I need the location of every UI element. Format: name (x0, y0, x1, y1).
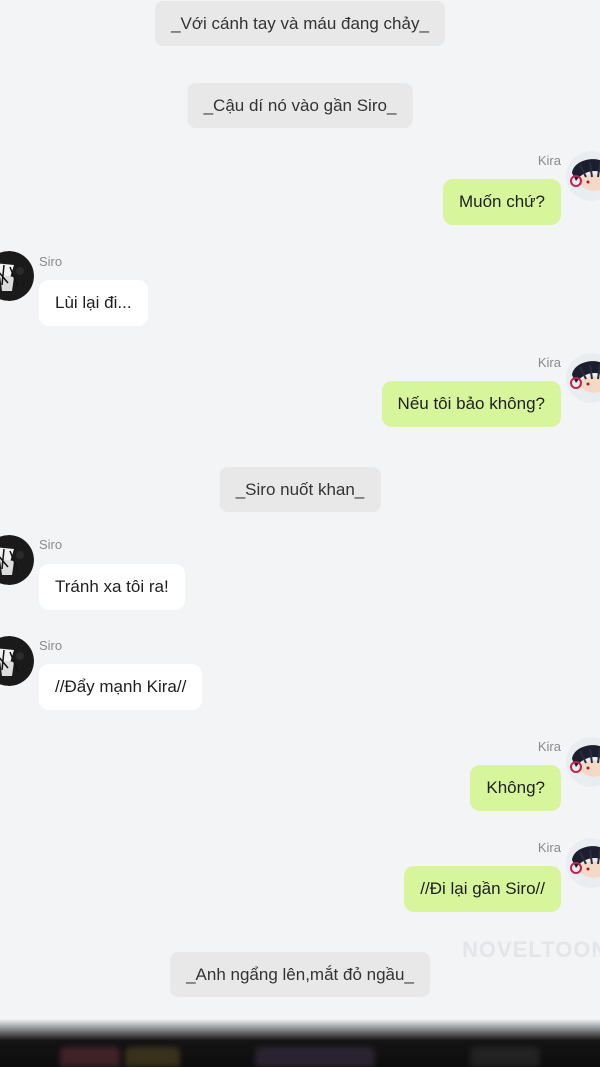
sender-name-kira: Kira (537, 739, 561, 754)
blur-blob (470, 1047, 540, 1067)
chat-bubble-siro: //Đẩy mạnh Kira// (39, 664, 203, 710)
chat-bubble-siro: Tránh xa tôi ra! (39, 564, 185, 610)
sender-name-siro: Siro (39, 638, 63, 653)
watermark-logo: NOVELTOON (462, 937, 600, 962)
chat-bubble-kira: //Đi lại gần Siro// (404, 866, 561, 912)
sender-name-kira: Kira (537, 355, 561, 370)
chat-bubble-kira: Không? (470, 765, 561, 811)
kira-avatar-icon[interactable] (566, 151, 600, 201)
kira-avatar-icon[interactable] (566, 838, 600, 888)
siro-avatar-icon[interactable] (0, 535, 34, 585)
kira-avatar-icon[interactable] (566, 737, 600, 787)
chat-bubble-kira: Muốn chứ? (442, 179, 561, 225)
blur-blob (125, 1047, 180, 1067)
chat-bubble-kira: Nếu tôi bảo không? (381, 381, 561, 427)
blur-blob (60, 1047, 120, 1067)
siro-avatar-icon[interactable] (0, 636, 34, 686)
chat-bubble-siro: Lùi lại đi... (39, 280, 148, 326)
sender-name-kira: Kira (537, 153, 561, 168)
narration-bubble: _Anh ngẩng lên,mắt đỏ ngầu_ (170, 952, 430, 997)
sender-name-siro: Siro (39, 254, 63, 269)
blur-blob (255, 1047, 375, 1067)
siro-avatar-icon[interactable] (0, 251, 34, 301)
narration-bubble: _Cậu dí nó vào gần Siro_ (187, 83, 413, 128)
sender-name-siro: Siro (39, 537, 63, 552)
narration-bubble: _Với cánh tay và máu đang chảy_ (155, 1, 445, 46)
narration-bubble: _Siro nuốt khan_ (219, 467, 381, 512)
bottom-blur-bar (0, 1019, 600, 1067)
kira-avatar-icon[interactable] (566, 353, 600, 403)
sender-name-kira: Kira (537, 840, 561, 855)
